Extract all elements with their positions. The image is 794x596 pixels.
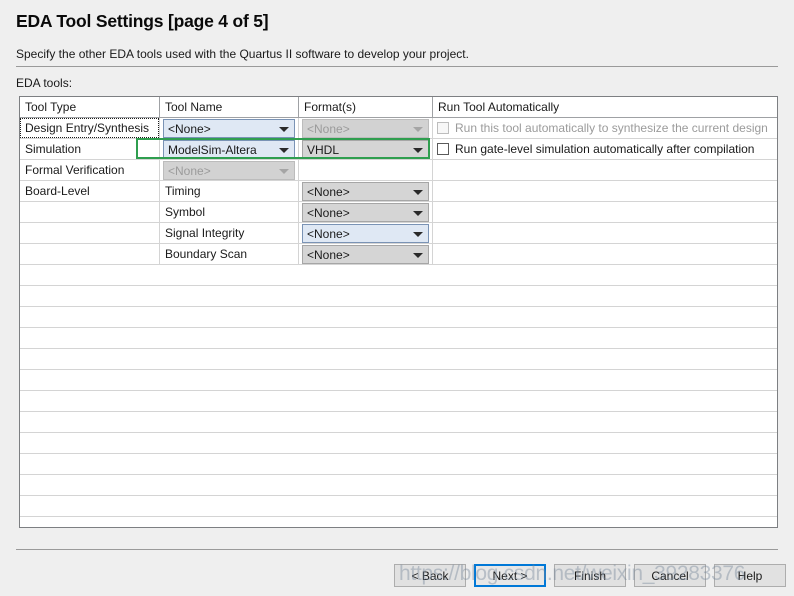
checkbox-icon <box>437 122 449 134</box>
table-empty-row[interactable] <box>20 370 777 391</box>
cell-run-tool-automatically <box>433 244 778 264</box>
cancel-button[interactable]: Cancel <box>634 564 706 587</box>
cell-tool-type[interactable]: Formal Verification <box>20 160 159 180</box>
checkbox-label: Run gate-level simulation automatically … <box>455 142 755 156</box>
board-level-sub-label: Timing <box>165 184 201 198</box>
column-header-1: Tool Type <box>20 97 159 117</box>
chevron-down-icon <box>413 189 423 195</box>
column-header-3: Format(s) <box>299 97 432 117</box>
format-dropdown[interactable]: <None> <box>302 182 429 201</box>
table-empty-row[interactable] <box>20 496 777 517</box>
run-automatically-checkbox-group[interactable]: Run gate-level simulation automatically … <box>437 139 754 159</box>
eda-tools-table[interactable]: Tool Type Tool Name Format(s) Run Tool Auto… <box>19 96 778 528</box>
cell-run-tool-automatically <box>433 181 778 201</box>
chevron-down-icon <box>413 126 423 132</box>
cell-tool-type[interactable] <box>20 244 159 264</box>
table-empty-row[interactable] <box>20 475 777 496</box>
chevron-down-icon <box>279 126 289 132</box>
table-row[interactable]: Design Entry/Synthesis <None> <None> Run th… <box>20 118 777 139</box>
tool-type-label: Formal Verification <box>25 163 125 177</box>
table-empty-row[interactable] <box>20 412 777 433</box>
next-button[interactable]: Next > <box>474 564 546 587</box>
combo-value: <None> <box>168 163 211 178</box>
format-dropdown: <None> <box>302 119 429 138</box>
checkbox-icon[interactable] <box>437 143 449 155</box>
table-row[interactable]: Signal Integrity <None> <box>20 223 777 244</box>
table-empty-row[interactable] <box>20 307 777 328</box>
column-header-label: Tool Type <box>25 100 77 114</box>
cell-tool-name[interactable]: Boundary Scan <box>160 244 298 264</box>
column-header-2: Tool Name <box>160 97 298 117</box>
checkbox-label: Run this tool automatically to synthesiz… <box>455 121 768 135</box>
column-header-label: Format(s) <box>304 100 356 114</box>
chevron-down-icon <box>413 252 423 258</box>
format-dropdown[interactable]: <None> <box>302 203 429 222</box>
cell-run-tool-automatically <box>433 223 778 243</box>
chevron-down-icon <box>279 168 289 174</box>
cell-run-tool-automatically <box>433 202 778 222</box>
run-automatically-checkbox-group: Run this tool automatically to synthesiz… <box>437 118 768 138</box>
table-header-row: Tool Type Tool Name Format(s) Run Tool Auto… <box>20 97 777 118</box>
table-row[interactable]: Boundary Scan <None> <box>20 244 777 265</box>
table-empty-row[interactable] <box>20 349 777 370</box>
table-empty-row[interactable] <box>20 328 777 349</box>
table-empty-row[interactable] <box>20 433 777 454</box>
cell-format[interactable] <box>299 160 432 180</box>
tool-name-dropdown[interactable]: <None> <box>163 119 295 138</box>
tool-type-label: Board-Level <box>25 184 90 198</box>
cell-tool-type[interactable]: Board-Level <box>20 181 159 201</box>
combo-value: ModelSim-Altera <box>168 142 257 157</box>
cell-run-tool-automatically <box>433 160 778 180</box>
table-row[interactable]: Formal Verification <None> <box>20 160 777 181</box>
table-empty-row[interactable] <box>20 454 777 475</box>
cell-tool-name[interactable]: Signal Integrity <box>160 223 298 243</box>
format-dropdown[interactable]: VHDL <box>302 140 429 159</box>
combo-value: VHDL <box>307 142 340 157</box>
help-button[interactable]: Help <box>714 564 786 587</box>
column-header-label: Run Tool Automatically <box>438 100 560 114</box>
combo-value: <None> <box>168 121 211 136</box>
cell-tool-type[interactable]: Simulation <box>20 139 159 159</box>
combo-value: <None> <box>307 184 350 199</box>
tool-name-dropdown: <None> <box>163 161 295 180</box>
board-level-sub-label: Boundary Scan <box>165 247 248 261</box>
finish-button[interactable]: Finish <box>554 564 626 587</box>
combo-value: <None> <box>307 205 350 220</box>
board-level-sub-label: Symbol <box>165 205 206 219</box>
cell-tool-type[interactable]: Design Entry/Synthesis <box>20 118 159 138</box>
tool-type-label: Design Entry/Synthesis <box>25 121 150 135</box>
cell-tool-name[interactable]: Symbol <box>160 202 298 222</box>
footer-divider <box>16 549 778 550</box>
combo-value: <None> <box>307 226 350 241</box>
tool-name-dropdown[interactable]: ModelSim-Altera <box>163 140 295 159</box>
page-title: EDA Tool Settings [page 4 of 5] <box>16 11 269 31</box>
chevron-down-icon <box>413 210 423 216</box>
tool-type-label: Simulation <box>25 142 82 156</box>
chevron-down-icon <box>413 147 423 153</box>
cell-tool-name[interactable]: Timing <box>160 181 298 201</box>
column-header-4: Run Tool Automatically <box>433 97 778 117</box>
table-row[interactable]: Board-Level Timing <None> <box>20 181 777 202</box>
table-empty-row[interactable] <box>20 286 777 307</box>
table-empty-row[interactable] <box>20 265 777 286</box>
table-row[interactable]: Symbol <None> <box>20 202 777 223</box>
back-button[interactable]: < Back <box>394 564 466 587</box>
format-dropdown[interactable]: <None> <box>302 224 429 243</box>
cell-tool-type[interactable] <box>20 202 159 222</box>
column-header-label: Tool Name <box>165 100 223 114</box>
eda-tools-group-label: EDA tools: <box>16 76 73 90</box>
header-divider <box>16 66 778 67</box>
table-empty-row[interactable] <box>20 391 777 412</box>
page-subtitle: Specify the other EDA tools used with th… <box>16 47 469 61</box>
cell-tool-type[interactable] <box>20 223 159 243</box>
combo-value: <None> <box>307 121 350 136</box>
table-row[interactable]: Simulation ModelSim-Altera VHDL Run gate-le… <box>20 139 777 160</box>
board-level-sub-label: Signal Integrity <box>165 226 245 240</box>
chevron-down-icon <box>413 231 423 237</box>
chevron-down-icon <box>279 147 289 153</box>
combo-value: <None> <box>307 247 350 262</box>
format-dropdown[interactable]: <None> <box>302 245 429 264</box>
